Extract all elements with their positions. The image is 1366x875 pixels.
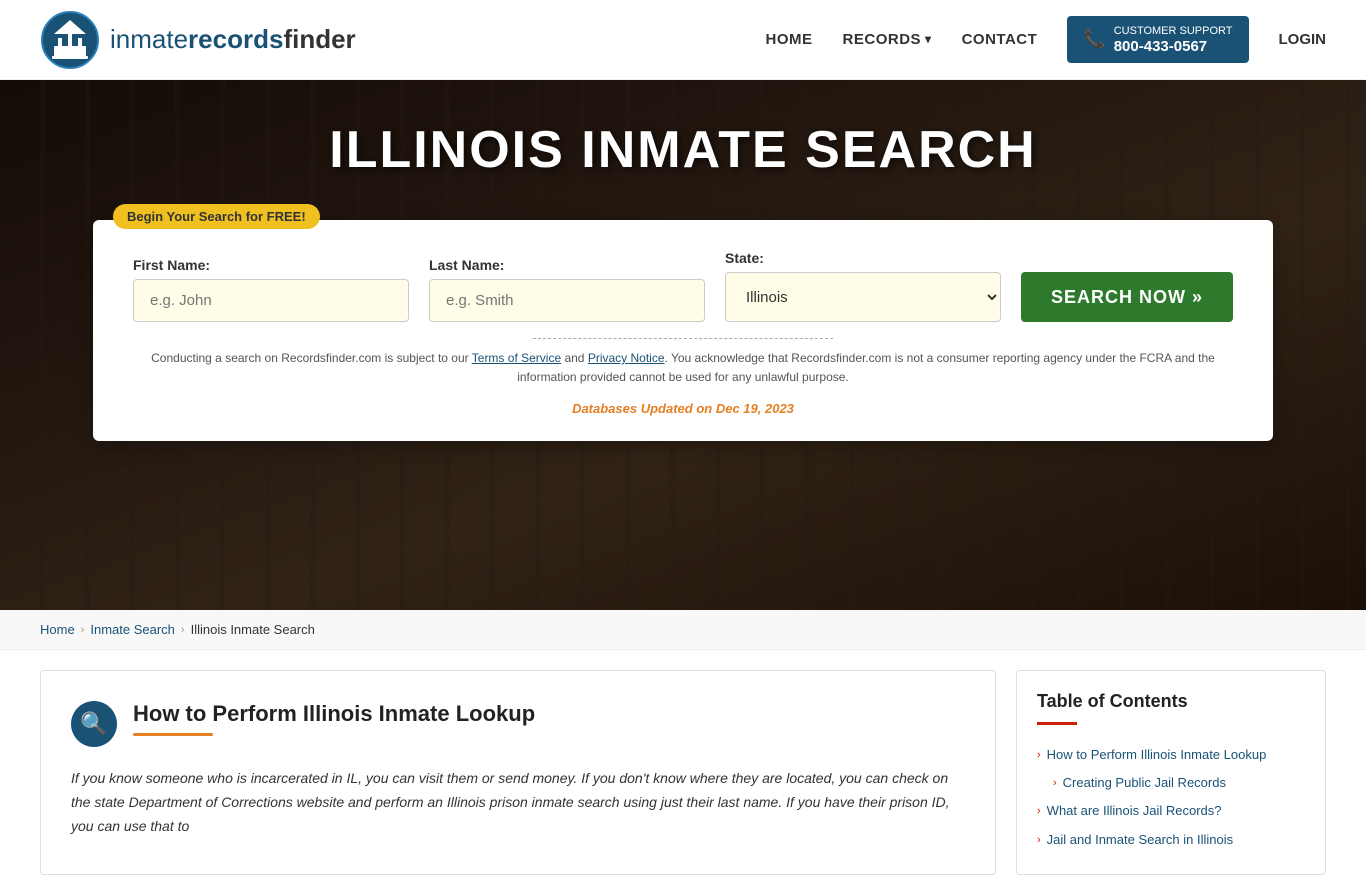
article-title: How to Perform Illinois Inmate Lookup: [133, 701, 535, 727]
database-updated: Databases Updated on Dec 19, 2023: [133, 401, 1233, 416]
begin-badge: Begin Your Search for FREE!: [113, 204, 320, 229]
tos-link[interactable]: Terms of Service: [472, 351, 561, 365]
logo[interactable]: inmaterecordsfinder: [40, 10, 356, 70]
login-button[interactable]: LOGIN: [1279, 31, 1327, 48]
breadcrumb-current: Illinois Inmate Search: [191, 622, 315, 637]
nav-home[interactable]: HOME: [766, 31, 813, 48]
article-icon-circle: 🔍: [71, 701, 117, 747]
search-fields: First Name: Last Name: State: AlabamaAla…: [133, 250, 1233, 322]
logo-text: inmaterecordsfinder: [110, 24, 356, 55]
hero-title: ILLINOIS INMATE SEARCH: [329, 120, 1036, 180]
header: inmaterecordsfinder HOME RECORDS ▾ CONTA…: [0, 0, 1366, 80]
last-name-input[interactable]: [429, 279, 705, 322]
support-info: CUSTOMER SUPPORT 800-433-0567: [1114, 24, 1233, 55]
state-select[interactable]: AlabamaAlaskaArizonaArkansasCaliforniaCo…: [725, 272, 1001, 322]
breadcrumb-sep-2: ›: [181, 624, 185, 636]
toc-section: Table of Contents ›How to Perform Illino…: [1016, 670, 1326, 875]
toc-item[interactable]: ›What are Illinois Jail Records?: [1037, 797, 1305, 825]
article-section: 🔍 How to Perform Illinois Inmate Lookup …: [40, 670, 996, 875]
state-group: State: AlabamaAlaskaArizonaArkansasCalif…: [725, 250, 1001, 322]
magnifier-icon: 🔍: [80, 711, 107, 737]
toc-chevron-icon: ›: [1053, 776, 1057, 791]
toc-list: ›How to Perform Illinois Inmate Lookup›C…: [1037, 741, 1305, 854]
hero-section: ILLINOIS INMATE SEARCH Begin Your Search…: [0, 80, 1366, 610]
disclaimer-text: Conducting a search on Recordsfinder.com…: [133, 349, 1233, 387]
state-label: State:: [725, 250, 1001, 266]
breadcrumb-home[interactable]: Home: [40, 622, 75, 637]
breadcrumb-sep-1: ›: [81, 624, 85, 636]
title-underline: [133, 733, 213, 736]
search-button[interactable]: SEARCH NOW »: [1021, 272, 1233, 322]
toc-item[interactable]: ›Jail and Inmate Search in Illinois: [1037, 826, 1305, 854]
toc-chevron-icon: ›: [1037, 748, 1041, 763]
first-name-input[interactable]: [133, 279, 409, 322]
phone-icon: 📞: [1083, 29, 1105, 50]
first-name-group: First Name:: [133, 257, 409, 322]
article-header: 🔍 How to Perform Illinois Inmate Lookup: [71, 701, 965, 747]
last-name-label: Last Name:: [429, 257, 705, 273]
customer-support[interactable]: 📞 CUSTOMER SUPPORT 800-433-0567: [1067, 16, 1248, 63]
dashed-divider: [533, 338, 833, 339]
main-content: 🔍 How to Perform Illinois Inmate Lookup …: [0, 670, 1366, 875]
article-body: If you know someone who is incarcerated …: [71, 767, 965, 838]
breadcrumb-inmate-search[interactable]: Inmate Search: [90, 622, 175, 637]
chevron-down-icon: ▾: [925, 32, 932, 46]
toc-item[interactable]: ›Creating Public Jail Records: [1037, 769, 1305, 797]
article-title-area: How to Perform Illinois Inmate Lookup: [133, 701, 535, 736]
toc-title: Table of Contents: [1037, 691, 1305, 712]
first-name-label: First Name:: [133, 257, 409, 273]
last-name-group: Last Name:: [429, 257, 705, 322]
privacy-link[interactable]: Privacy Notice: [588, 351, 665, 365]
nav-contact[interactable]: CONTACT: [962, 31, 1038, 48]
nav: HOME RECORDS ▾ CONTACT 📞 CUSTOMER SUPPOR…: [766, 16, 1326, 63]
toc-chevron-icon: ›: [1037, 804, 1041, 819]
search-box: Begin Your Search for FREE! First Name: …: [93, 220, 1273, 441]
nav-records[interactable]: RECORDS ▾: [843, 31, 932, 48]
toc-item[interactable]: ›How to Perform Illinois Inmate Lookup: [1037, 741, 1305, 769]
breadcrumb: Home › Inmate Search › Illinois Inmate S…: [0, 610, 1366, 650]
logo-icon: [40, 10, 100, 70]
toc-divider: [1037, 722, 1077, 725]
toc-chevron-icon: ›: [1037, 833, 1041, 848]
